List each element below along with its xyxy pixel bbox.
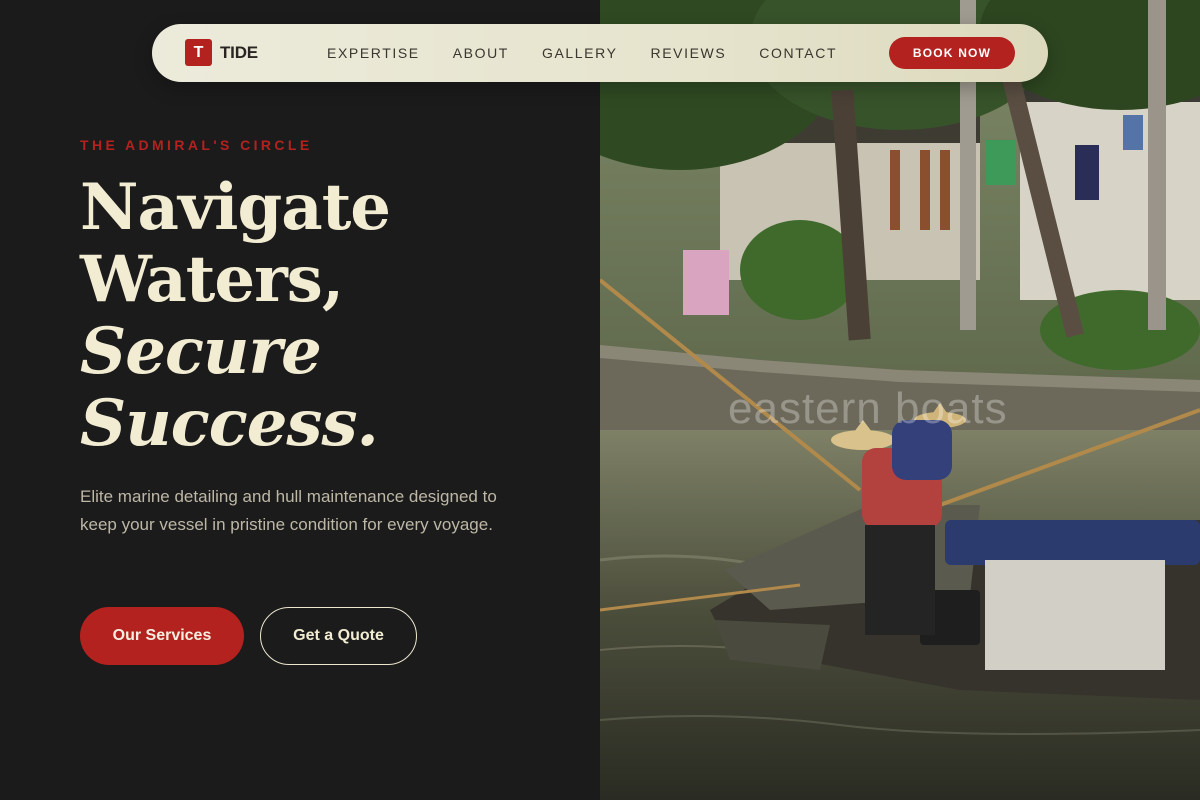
nav-links: EXPERTISE ABOUT GALLERY REVIEWS CONTACT	[327, 24, 870, 82]
hero-photo: eastern boats	[600, 0, 1200, 800]
logo-mark-icon: T	[185, 39, 212, 66]
brand-name: TIDE	[220, 42, 258, 62]
top-navbar: T TIDE EXPERTISE ABOUT GALLERY REVIEWS C…	[152, 24, 1048, 82]
headline-line-3: Secure	[80, 314, 322, 389]
nav-link-expertise[interactable]: EXPERTISE	[327, 45, 420, 61]
book-now-button[interactable]: BOOK NOW	[889, 37, 1015, 69]
headline-line-2: Waters,	[80, 242, 344, 317]
hero-eyebrow: THE ADMIRAL'S CIRCLE	[80, 137, 313, 153]
nav-link-contact[interactable]: CONTACT	[759, 45, 837, 61]
our-services-button[interactable]: Our Services	[80, 607, 244, 665]
nav-link-gallery[interactable]: GALLERY	[542, 45, 618, 61]
hero-headline: Navigate Waters, Secure Success.	[80, 170, 391, 461]
nav-link-reviews[interactable]: REVIEWS	[651, 45, 727, 61]
headline-line-1: Navigate	[80, 170, 391, 245]
hero-description: Elite marine detailing and hull maintena…	[80, 487, 497, 534]
nav-link-about[interactable]: ABOUT	[453, 45, 509, 61]
brand-logo[interactable]: T TIDE	[185, 39, 258, 66]
image-watermark: eastern boats	[728, 384, 1008, 433]
headline-line-4: Success.	[80, 386, 379, 461]
get-a-quote-button[interactable]: Get a Quote	[260, 607, 417, 665]
